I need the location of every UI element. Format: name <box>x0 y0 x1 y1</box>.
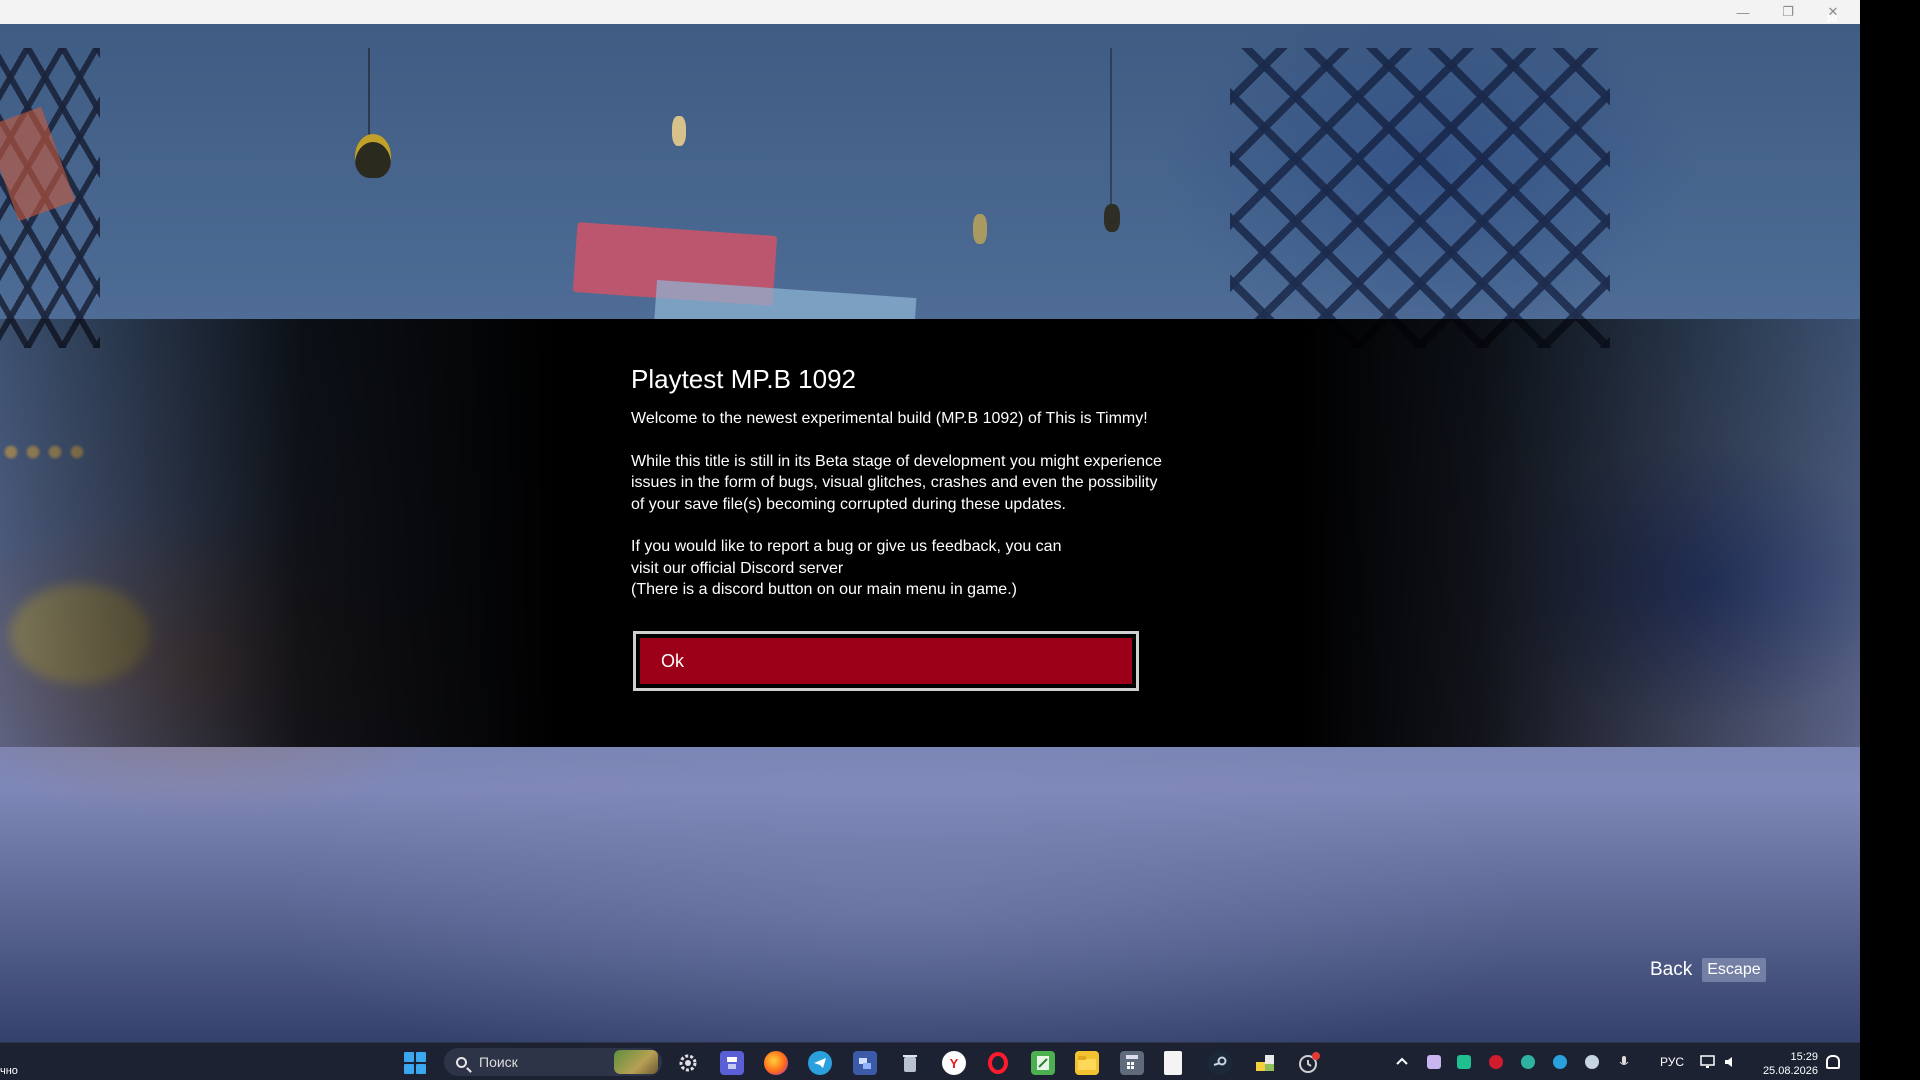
file-explorer-icon[interactable] <box>1075 1051 1099 1075</box>
windows-logo-icon <box>404 1064 414 1074</box>
volume-icon[interactable] <box>1724 1055 1738 1069</box>
puzzle-app-icon[interactable] <box>1253 1051 1277 1075</box>
search-highlight-image <box>614 1050 658 1074</box>
calculator-icon[interactable] <box>1120 1051 1144 1075</box>
recycle-bin-icon[interactable] <box>898 1051 922 1075</box>
opera-icon[interactable] <box>986 1051 1010 1075</box>
crane-rope <box>1110 48 1112 208</box>
chevron-up-icon[interactable] <box>1395 1055 1409 1069</box>
back-label[interactable]: Back <box>1650 959 1692 981</box>
crane-hook <box>1104 204 1120 232</box>
fps-counter: 30 <box>1826 14 1838 25</box>
taskbar-clock[interactable]: 15:29 25.08.2026 <box>1752 1050 1818 1078</box>
text-line: (There is a discord button on our main m… <box>631 581 1017 598</box>
tray-app-icon[interactable] <box>1489 1055 1503 1069</box>
clock-app-icon[interactable] <box>1297 1051 1321 1075</box>
text-line: Welcome to the newest experimental build… <box>631 410 1148 427</box>
windows-logo-icon <box>416 1052 426 1062</box>
ok-button[interactable]: Ok <box>633 631 1139 691</box>
minimize-button[interactable]: — <box>1720 0 1766 24</box>
document-icon[interactable] <box>1164 1051 1182 1075</box>
crane-hook <box>672 116 686 146</box>
game-window: — ❐ ✕ 30 Playtest MP.B 1092 Welcome to t… <box>0 0 1860 1080</box>
network-app-icon[interactable] <box>853 1051 877 1075</box>
yandex-browser-icon[interactable]: Y <box>942 1051 966 1075</box>
back-hint[interactable]: Back Escape <box>1650 958 1766 982</box>
text-line: of your save file(s) becoming corrupted … <box>631 495 1066 513</box>
steam-icon[interactable] <box>1208 1051 1232 1075</box>
window-titlebar: — ❐ ✕ <box>0 0 1860 24</box>
tray-steam-icon[interactable] <box>1585 1055 1599 1069</box>
dialog-title: Playtest MP.B 1092 <box>631 364 856 394</box>
maximize-button[interactable]: ❐ <box>1765 0 1811 24</box>
crane-right-illustration <box>1230 48 1610 348</box>
beta-warning-paragraph: While this title is still in its Beta st… <box>631 451 1271 516</box>
feedback-paragraph: If you would like to report a bug or giv… <box>631 536 1271 601</box>
text-line: issues in the form of bugs, visual glitc… <box>631 474 1158 491</box>
input-language-indicator[interactable]: РУС <box>1660 1055 1684 1069</box>
network-display-icon[interactable] <box>1700 1055 1715 1069</box>
notification-bell-icon[interactable] <box>1826 1055 1840 1069</box>
start-button[interactable] <box>404 1052 426 1074</box>
tray-app-icon[interactable] <box>1457 1055 1471 1069</box>
taskbar-left-text: чно <box>0 1065 18 1077</box>
microphone-icon[interactable] <box>1617 1055 1631 1069</box>
dialog-body: Welcome to the newest experimental build… <box>631 408 1271 601</box>
screen-edge-strip <box>1860 0 1920 1080</box>
tray-telegram-icon[interactable] <box>1553 1055 1567 1069</box>
text-line: While this title is still in its Beta st… <box>631 452 1162 470</box>
crane-hook <box>973 214 987 244</box>
notepad-icon[interactable] <box>1031 1051 1055 1075</box>
telegram-icon[interactable] <box>808 1051 832 1075</box>
clock-date: 25.08.2026 <box>1762 1065 1818 1077</box>
ok-button-label: Ok <box>640 638 1132 684</box>
search-icon <box>456 1056 467 1068</box>
save-disk-icon[interactable] <box>720 1051 744 1075</box>
windows-logo-icon <box>404 1052 414 1062</box>
text-line: visit our official Discord server <box>631 559 844 577</box>
text-line: If you would like to report a bug or giv… <box>631 538 1062 555</box>
windows-taskbar: чно Поиск Y РУС 15:29 25.08.2026 <box>0 1042 1860 1080</box>
welcome-paragraph: Welcome to the newest experimental build… <box>631 408 1271 430</box>
clock-time: 15:29 <box>1790 1051 1818 1063</box>
settings-icon[interactable] <box>676 1051 700 1075</box>
crane-hook <box>355 134 391 178</box>
search-placeholder: Поиск <box>479 1054 518 1070</box>
modal-overlay: Playtest MP.B 1092 Welcome to the newest… <box>0 319 1860 747</box>
tray-app-icon[interactable] <box>1427 1055 1441 1069</box>
taskbar-search[interactable]: Поиск <box>444 1048 662 1076</box>
tray-shield-icon[interactable] <box>1521 1055 1535 1069</box>
escape-key-badge: Escape <box>1702 958 1766 982</box>
windows-logo-icon <box>416 1064 426 1074</box>
firefox-icon[interactable] <box>764 1051 788 1075</box>
